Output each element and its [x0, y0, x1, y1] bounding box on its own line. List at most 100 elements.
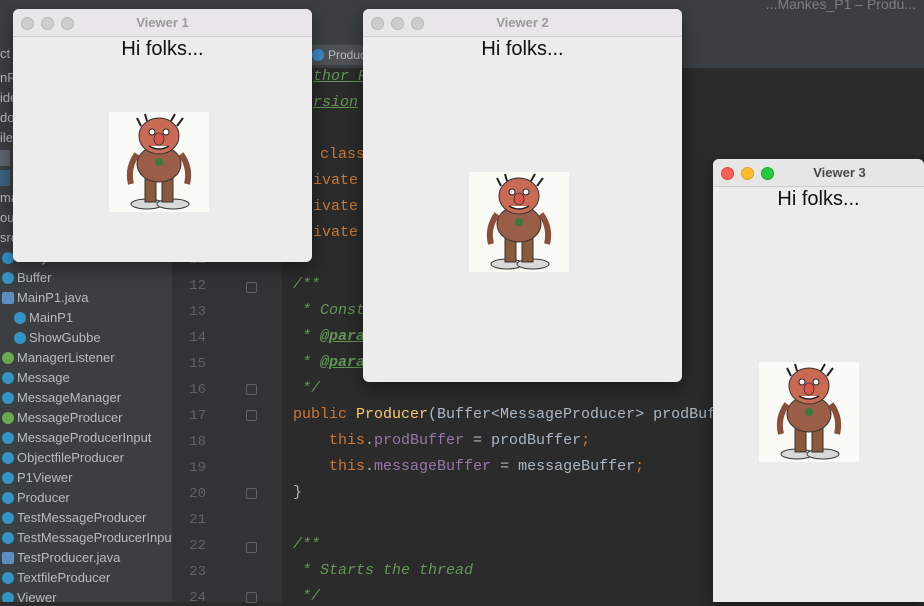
line-number: 18	[189, 434, 206, 450]
sidebar-item-message[interactable]: Message	[2, 368, 70, 388]
greeting-text: Hi folks...	[481, 38, 564, 60]
class-icon	[2, 512, 14, 524]
class-icon	[312, 49, 324, 61]
sidebar-item-testmessageproducer[interactable]: TestMessageProducer	[2, 508, 146, 528]
selection-marker	[0, 170, 10, 186]
code-fragment-private: ivate	[313, 198, 359, 215]
sidebar-item-mainp1-java[interactable]: MainP1.java	[2, 288, 89, 308]
viewer-window-1[interactable]: Viewer 1 Hi folks...	[13, 9, 312, 262]
line-number: 20	[189, 486, 206, 502]
sidebar-item-managerlistener[interactable]: ManagerListener	[2, 348, 115, 368]
sidebar-item-label: Buffer	[17, 270, 52, 285]
class-icon	[2, 372, 14, 384]
sidebar-item-label: MessageManager	[17, 390, 122, 405]
sidebar-item-messageproducer[interactable]: MessageProducer	[2, 408, 123, 428]
fold-marker[interactable]	[246, 384, 257, 395]
line-number: 22	[189, 538, 206, 554]
class-icon	[2, 592, 14, 602]
code-line-19: this.messageBuffer = messageBuffer;	[329, 458, 645, 475]
sidebar-item-label: Viewer	[17, 590, 57, 602]
class-icon	[14, 312, 26, 324]
sidebar-item-label: ShowGubbe	[29, 330, 101, 345]
class-icon	[2, 392, 14, 404]
sidebar-item-testmessageproducerinput[interactable]: TestMessageProducerInput	[2, 528, 173, 548]
line-number: 24	[189, 590, 206, 606]
sidebar-item-showgubbe[interactable]: ShowGubbe	[14, 328, 101, 348]
code-line-17: public Producer(Buffer<MessageProducer> …	[293, 406, 717, 423]
code-line-20: }	[293, 484, 303, 501]
sidebar-item-objectfileproducer[interactable]: ObjectfileProducer	[2, 448, 124, 468]
code-line-23: * Starts the thread	[293, 562, 474, 579]
sidebar-item-label: MessageProducerInput	[17, 430, 152, 445]
code-line-18: this.prodBuffer = prodBuffer;	[329, 432, 591, 449]
window-title: Viewer 2	[496, 15, 549, 30]
line-number: 16	[189, 382, 206, 398]
class-icon	[14, 332, 26, 344]
fold-marker[interactable]	[246, 592, 257, 603]
sidebar-item-messagemanager[interactable]: MessageManager	[2, 388, 121, 408]
java-file-icon	[2, 292, 14, 304]
sidebar-item-viewer[interactable]: Viewer	[2, 588, 57, 602]
sidebar-item-label: Message	[17, 370, 70, 385]
window-titlebar[interactable]: Viewer 1	[13, 9, 312, 37]
troll-image	[109, 112, 209, 212]
java-file-icon	[2, 552, 14, 564]
code-line-12: /**	[293, 276, 321, 293]
viewer-window-3[interactable]: Viewer 3 Hi folks...	[713, 159, 924, 602]
interface-icon	[2, 352, 14, 364]
fold-marker[interactable]	[246, 488, 257, 499]
sidebar-item-mainp1[interactable]: MainP1	[14, 308, 73, 328]
window-titlebar[interactable]: Viewer 2	[363, 9, 682, 37]
class-icon	[2, 432, 14, 444]
troll-image	[469, 172, 569, 272]
code-line-16: */	[293, 380, 321, 397]
sidebar-item-label: MainP1	[29, 310, 74, 325]
close-button[interactable]	[721, 167, 734, 180]
interface-icon	[2, 412, 14, 424]
line-number: 19	[189, 460, 206, 476]
sidebar-fragment: ct	[0, 46, 11, 61]
sidebar-item-testproducer-java[interactable]: TestProducer.java	[2, 548, 120, 568]
code-line-13: * Const	[293, 302, 366, 319]
project-title: ...Mankes_P1 – Produ...	[765, 0, 916, 12]
class-icon	[2, 472, 14, 484]
viewer-window-2[interactable]: Viewer 2 Hi folks...	[363, 9, 682, 382]
window-title: Viewer 1	[136, 15, 189, 30]
window-title: Viewer 3	[813, 165, 866, 180]
line-number: 13	[189, 304, 206, 320]
window-titlebar[interactable]: Viewer 3	[713, 159, 924, 187]
code-fragment-class: class	[320, 146, 366, 163]
sidebar-item-producer[interactable]: Producer	[2, 488, 70, 508]
line-number: 12	[189, 278, 206, 294]
class-icon	[2, 532, 14, 544]
sidebar-item-label: TestMessageProducerInput	[17, 530, 173, 545]
line-number: 14	[189, 330, 206, 346]
line-number: 17	[189, 408, 206, 424]
code-fragment-private: ivate	[313, 224, 359, 241]
sidebar-item-label: P1Viewer	[17, 470, 73, 485]
sidebar-item-messageproducerinput[interactable]: MessageProducerInput	[2, 428, 151, 448]
sidebar-item-label: MessageProducer	[17, 410, 123, 425]
sidebar-item-p1viewer[interactable]: P1Viewer	[2, 468, 72, 488]
fold-marker[interactable]	[246, 410, 257, 421]
sidebar-item-buffer[interactable]: Buffer	[2, 268, 51, 288]
greeting-text: Hi folks...	[777, 188, 860, 210]
code-fragment-version: rsion	[313, 94, 359, 111]
sidebar-item-label: TestProducer.java	[17, 550, 121, 565]
sidebar-item-label: Producer	[17, 490, 70, 505]
code-fragment-author: thor R	[313, 68, 368, 85]
class-icon	[2, 272, 14, 284]
selection-marker	[0, 150, 10, 166]
minimize-button[interactable]	[741, 167, 754, 180]
sidebar-item-label: MainP1.java	[17, 290, 89, 305]
fold-marker[interactable]	[246, 542, 257, 553]
greeting-text: Hi folks...	[121, 38, 204, 60]
class-icon	[2, 572, 14, 584]
sidebar-item-label: ObjectfileProducer	[17, 450, 124, 465]
sidebar-item-textfileproducer[interactable]: TextfileProducer	[2, 568, 110, 588]
sidebar-item-label: TestMessageProducer	[17, 510, 147, 525]
line-number: 23	[189, 564, 206, 580]
fold-marker[interactable]	[246, 282, 257, 293]
code-line-22: /**	[293, 536, 321, 553]
class-icon	[2, 492, 14, 504]
